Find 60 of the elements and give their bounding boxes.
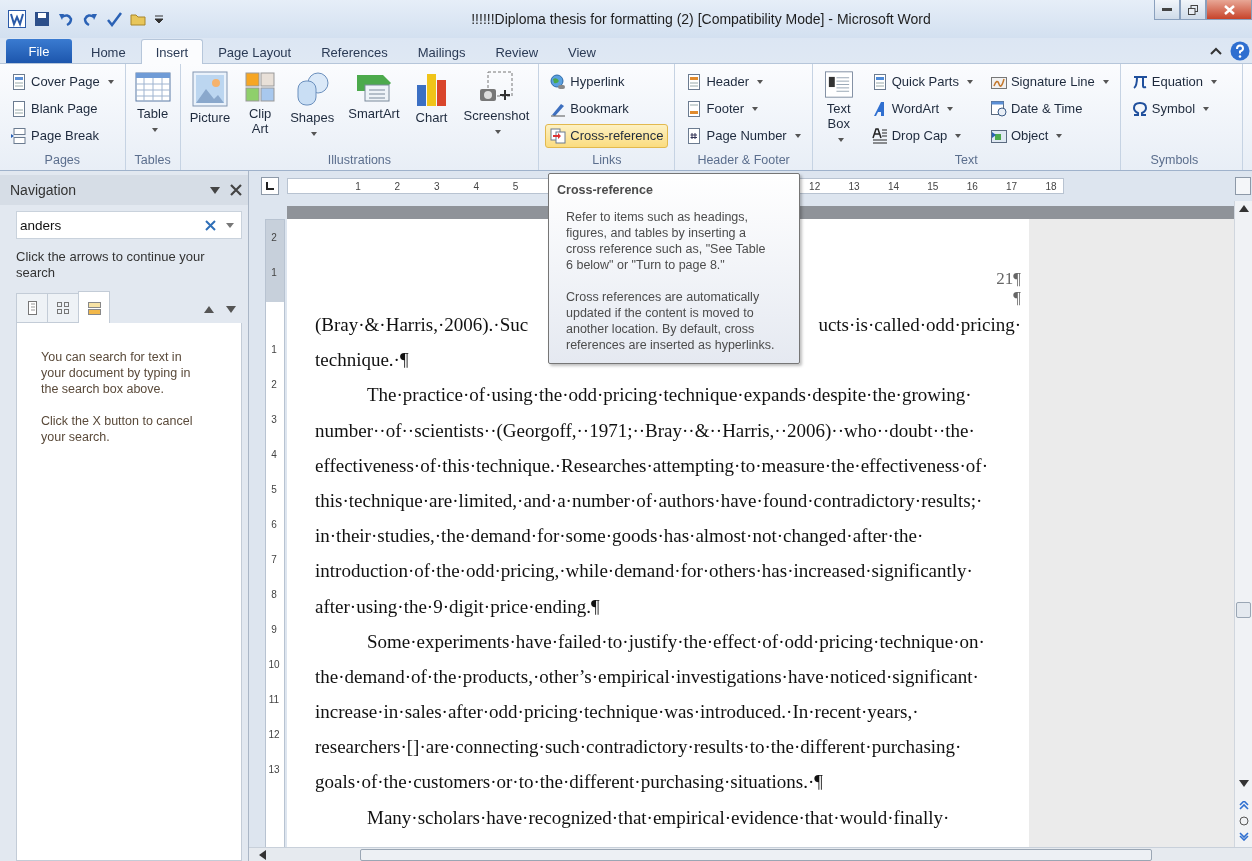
ruler-number: 6 xyxy=(270,518,278,532)
text-line: in·their·studies,·the·demand·for·some·goods·has·almost·not·changed·after·the· xyxy=(315,524,924,549)
ruler-number: 9 xyxy=(270,623,278,637)
ruler-number: 13 xyxy=(847,179,861,193)
ruler-number: 14 xyxy=(886,179,900,193)
pane-message: Click the X button to cancel your search. xyxy=(41,413,194,445)
text-line: the·demand·of·the·products,·other’s·empirical·investigations·have·noticed·significant· xyxy=(315,664,979,689)
text-line: goals·of·the·customers·or·to·the·different·purchasing·situations.·¶ xyxy=(315,770,823,795)
group-label: Pages xyxy=(43,152,82,169)
ruler-number: 5 xyxy=(270,483,278,497)
ruler-number: 4 xyxy=(472,179,480,193)
text-line: effectiveness·of·this·technique.·Researches·attempting·to·measure·the·effectiveness·of· xyxy=(315,453,988,478)
pane-title: Navigation xyxy=(10,182,78,198)
ruler-number: 10 xyxy=(267,658,281,672)
group-label: Links xyxy=(591,152,623,169)
group-label: Symbols xyxy=(1149,152,1200,169)
group-label: Header & Footer xyxy=(696,152,791,169)
text-line: increase·in·sales·after·odd·pricing·technique·was·introduced.·In·recent·years,· xyxy=(315,700,919,725)
ruler-number: 13 xyxy=(267,763,281,777)
text-line: this·technique·are·limited,·and·a·number·of·authors·have·found·contradictory·results;· xyxy=(315,488,983,513)
ruler-number: 2 xyxy=(393,179,402,193)
text-line: Many·scholars·have·recognized·that·empirical·evidence·that·would·finally· xyxy=(367,805,950,830)
ruler-number: 8 xyxy=(270,588,278,602)
text-line: technique.·¶ xyxy=(315,348,409,373)
text-line: researchers·[]·are·connecting·such·contradictory·results·to·the·different·purchasing· xyxy=(315,735,962,760)
text-line: The·practice·of·using·the·odd·pricing·technique·expands·despite·the·growing· xyxy=(367,383,972,408)
ruler-number: 15 xyxy=(926,179,940,193)
text-line: introduction·of·the·odd·pricing,·while·demand·for·others·has·increased·significantly· xyxy=(315,559,973,584)
ruler-number: 3 xyxy=(270,413,278,427)
ruler-number: 16 xyxy=(965,179,979,193)
ruler-number: 11 xyxy=(267,693,281,707)
ruler-number: 2 xyxy=(270,231,278,245)
tooltip-text: Cross references are automatically updated if the content is moved to another location. By default, cross references are inserted as hyperlinks. xyxy=(566,289,775,353)
ruler-number: 7 xyxy=(270,553,278,567)
ruler-number: 12 xyxy=(267,728,281,742)
text-line: ucts·is·called·odd·pricing· xyxy=(818,313,1021,337)
window-title: !!!!!!Diploma thesis for formatting (2) [Compatibility Mode] - Microsoft Word xyxy=(470,11,932,27)
ruler-number: 1 xyxy=(270,266,278,280)
text-line: after·using·the·9·digit·price·ending.¶ xyxy=(315,594,600,619)
tooltip-title: Cross-reference xyxy=(557,183,654,197)
ruler-number: 17 xyxy=(1005,179,1019,193)
page-number: 21¶ xyxy=(996,269,1021,288)
ruler-number: 3 xyxy=(433,179,441,193)
text-line: Some·experiments·have·failed·to·justify·the·effect·of·odd·pricing·technique·on· xyxy=(367,629,985,654)
ruler-number: 18 xyxy=(1044,179,1058,193)
text-line: number··of··scientists··(Georgoff,··1971;··Bray··&··Harris,··2006)··who··doubt··the· xyxy=(315,418,975,443)
ruler-number: 1 xyxy=(270,343,278,357)
search-hint: Click the arrows to continue your search xyxy=(15,248,206,281)
pane-message: You can search for text in your document by typing in the search box above. xyxy=(41,349,192,397)
tooltip-text: Refer to items such as headings, figures, and tables by inserting a cross reference such as, "See Table 6 below" or "Turn to page 8." xyxy=(566,209,767,273)
ruler-number: 12 xyxy=(808,179,822,193)
ruler-number: 4 xyxy=(270,448,278,462)
ruler-number: 5 xyxy=(511,179,520,193)
page-number: ¶ xyxy=(1013,288,1021,307)
ruler-number: 1 xyxy=(354,179,362,193)
ruler-number: 2 xyxy=(270,378,278,392)
group-label: Illustrations xyxy=(326,152,393,169)
text-line: (Bray·&·Harris,·2006).·Suc xyxy=(315,313,529,337)
group-label: Tables xyxy=(133,152,172,169)
group-label: Text xyxy=(953,152,979,169)
